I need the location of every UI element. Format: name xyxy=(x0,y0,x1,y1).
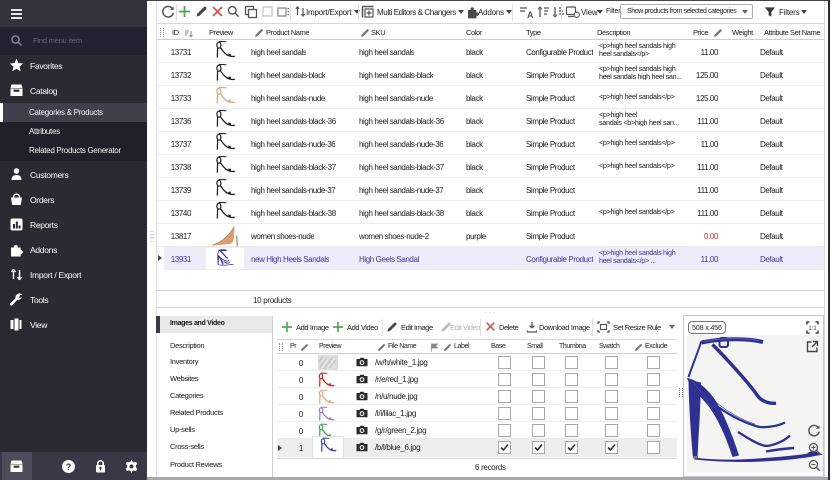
svg-text:?: ? xyxy=(66,462,72,473)
svg-text:A: A xyxy=(527,10,533,19)
svg-text:1:1: 1:1 xyxy=(808,326,817,332)
